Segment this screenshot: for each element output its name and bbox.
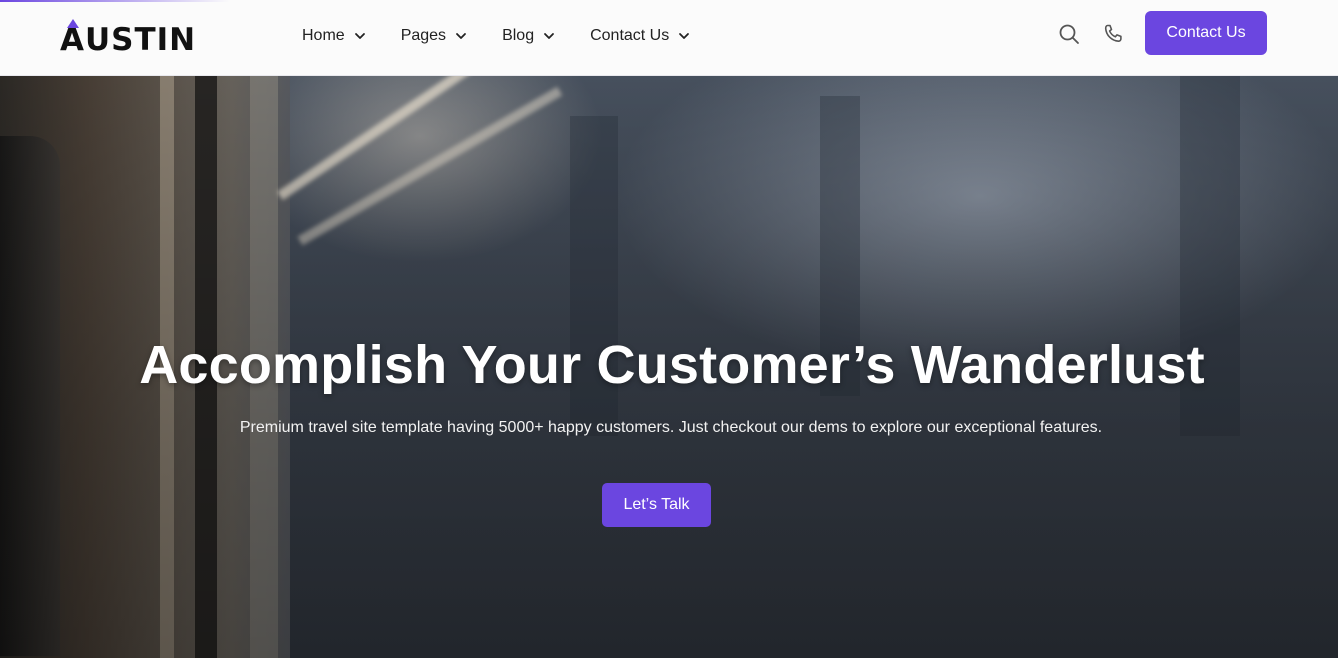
chevron-down-icon: [544, 33, 554, 39]
brand-logo[interactable]: A USTIN: [60, 19, 197, 58]
nav-item-label: Blog: [502, 27, 535, 44]
header-accent-line: [0, 0, 230, 2]
hero-title: Accomplish Your Customer’s Wanderlust: [139, 335, 1205, 395]
phone-button[interactable]: [1101, 22, 1125, 46]
chevron-down-icon: [354, 33, 365, 39]
logo-arrow-icon: [66, 19, 79, 28]
nav-item-pages[interactable]: Pages: [401, 24, 467, 48]
logo-letter-a: A: [60, 19, 85, 58]
chevron-down-icon: [456, 33, 466, 39]
nav-item-blog[interactable]: Blog: [502, 24, 555, 48]
logo-text-rest: USTIN: [85, 22, 197, 58]
contact-us-button[interactable]: Contact Us: [1145, 11, 1267, 55]
nav-item-label: Pages: [400, 27, 447, 44]
search-icon: [1059, 24, 1079, 44]
nav-item-home[interactable]: Home: [302, 24, 366, 48]
hero-subtitle: Premium travel site template having 5000…: [239, 419, 1103, 436]
chevron-down-icon: [679, 33, 690, 39]
hero-section: Accomplish Your Customer’s Wanderlust Pr…: [0, 76, 1338, 658]
nav-item-contact-us[interactable]: Contact Us: [590, 24, 690, 48]
nav-item-label: Home: [302, 27, 345, 44]
site-header: A USTIN Home Pages Blog Contact Us Conta…: [0, 0, 1338, 76]
main-nav: Home Pages Blog Contact Us: [302, 24, 725, 48]
search-button[interactable]: [1057, 22, 1081, 46]
lets-talk-button[interactable]: Let’s Talk: [602, 483, 711, 527]
nav-item-label: Contact Us: [590, 27, 670, 44]
phone-icon: [1104, 24, 1122, 42]
